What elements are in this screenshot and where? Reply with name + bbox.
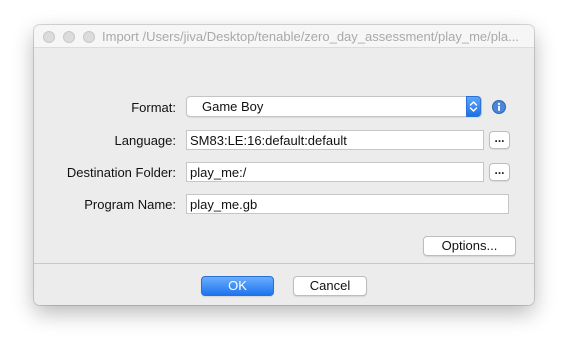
format-select-value: Game Boy — [202, 99, 264, 114]
options-button[interactable]: Options... — [423, 236, 516, 256]
window-title: Import /Users/jiva/Desktop/tenable/zero_… — [102, 29, 519, 44]
import-dialog: Import /Users/jiva/Desktop/tenable/zero_… — [34, 25, 534, 305]
language-label: Language: — [114, 133, 176, 148]
language-browse-button[interactable]: ... — [489, 131, 510, 149]
minimize-icon[interactable] — [63, 31, 75, 43]
format-select[interactable]: Game Boy — [186, 96, 482, 117]
cancel-button[interactable]: Cancel — [293, 276, 367, 296]
destination-folder-field[interactable]: play_me:/ — [186, 162, 484, 182]
destination-folder-label: Destination Folder: — [66, 165, 176, 180]
format-label: Format: — [131, 100, 176, 115]
button-bar: OK Cancel — [34, 263, 534, 305]
language-field[interactable]: SM83:LE:16:default:default — [186, 130, 484, 150]
zoom-icon[interactable] — [83, 31, 95, 43]
info-icon[interactable] — [492, 100, 506, 114]
title-bar: Import /Users/jiva/Desktop/tenable/zero_… — [34, 25, 534, 48]
ok-button[interactable]: OK — [201, 276, 274, 296]
chevron-up-down-icon[interactable] — [466, 96, 481, 117]
program-name-label: Program Name: — [84, 197, 176, 212]
close-icon[interactable] — [43, 31, 55, 43]
program-name-field[interactable]: play_me.gb — [186, 194, 509, 214]
dialog-content: Format: Game Boy Language: SM83:LE:16:de… — [34, 48, 534, 263]
destination-browse-button[interactable]: ... — [489, 163, 510, 181]
